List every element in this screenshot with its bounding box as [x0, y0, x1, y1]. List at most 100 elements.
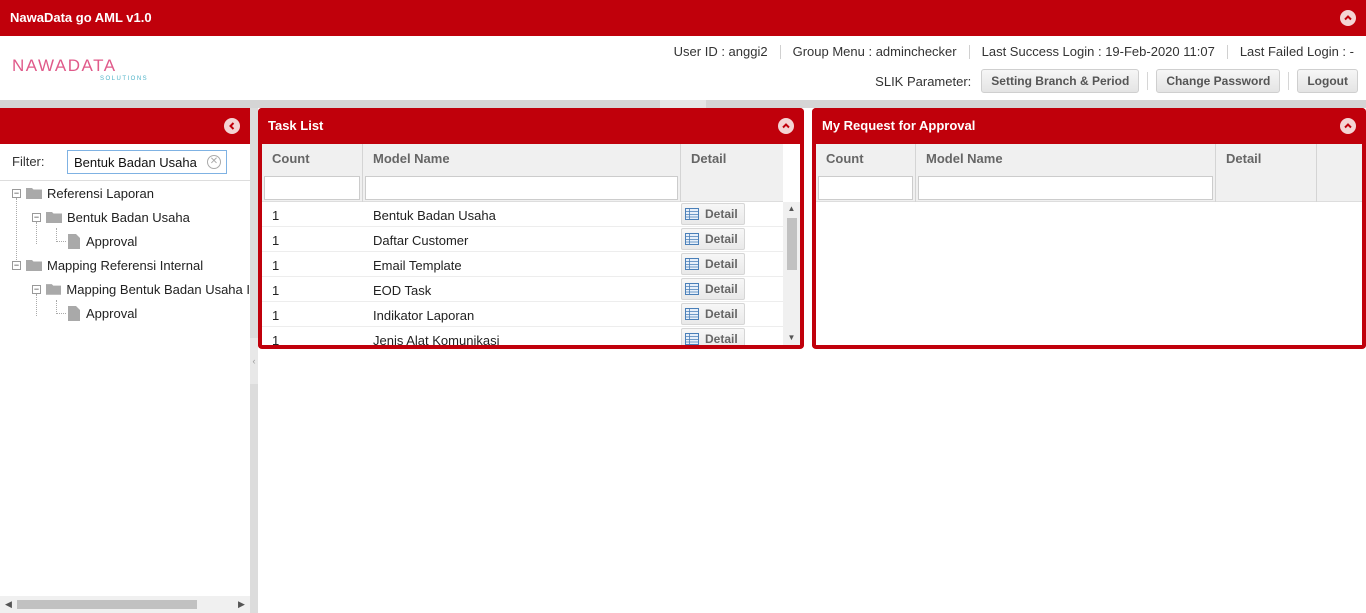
task-list-panel: Task List Count Model Name Detail 1 Bent… — [258, 108, 804, 349]
folder-icon — [26, 260, 42, 271]
scrollbar-thumb[interactable] — [787, 218, 797, 270]
table-row[interactable]: 1 Email Template Detail — [262, 252, 783, 277]
nawadata-logo: NAWADATA SOLUTIONS — [12, 56, 162, 82]
approval-column-headers: Count Model Name Detail — [816, 144, 1362, 174]
app-titlebar: NawaData go AML v1.0 — [0, 0, 1366, 36]
table-row[interactable]: 1 Daftar Customer Detail — [262, 227, 783, 252]
svg-text:SOLUTIONS: SOLUTIONS — [100, 76, 148, 82]
tree-node-label: Mapping Referensi Internal — [47, 257, 204, 273]
detail-button[interactable]: Detail — [681, 203, 745, 225]
column-header-count[interactable]: Count — [262, 144, 363, 174]
row-count: 1 — [272, 233, 280, 248]
row-count: 1 — [272, 333, 280, 345]
logout-button[interactable]: Logout — [1297, 69, 1358, 93]
table-icon — [685, 308, 699, 320]
row-model-name: Jenis Alat Komunikasi — [373, 333, 500, 345]
task-list-filter-row — [262, 174, 783, 202]
request-approval-header: My Request for Approval — [812, 108, 1366, 144]
collapse-header-icon[interactable] — [1340, 10, 1356, 26]
tree-node-label: Mapping Bentuk Badan Usaha I — [66, 281, 250, 297]
table-icon — [685, 283, 699, 295]
task-list-header: Task List — [258, 108, 804, 144]
column-header-model-name[interactable]: Model Name — [916, 144, 1216, 174]
folder-icon — [26, 188, 42, 199]
row-model-name: EOD Task — [373, 283, 432, 298]
tree-node-label: Referensi Laporan — [47, 185, 154, 201]
table-icon — [685, 333, 699, 345]
table-icon — [685, 208, 699, 220]
expand-toggle-icon[interactable]: − — [12, 261, 21, 270]
row-model-name: Bentuk Badan Usaha — [373, 208, 496, 223]
expand-toggle-icon[interactable]: − — [32, 285, 41, 294]
row-model-name: Daftar Customer — [373, 233, 469, 248]
column-header-model-name[interactable]: Model Name — [363, 144, 681, 174]
table-row[interactable]: 1 Bentuk Badan Usaha Detail — [262, 202, 783, 227]
clear-filter-icon[interactable]: ✕ — [207, 155, 221, 169]
tree-node-approval[interactable]: Approval — [68, 230, 137, 252]
slik-parameter-label: SLIK Parameter: — [875, 73, 972, 89]
row-count: 1 — [272, 308, 280, 323]
count-filter-input[interactable] — [264, 176, 360, 200]
column-header-detail[interactable]: Detail — [681, 144, 783, 174]
header-splitter[interactable] — [0, 100, 1366, 108]
filter-label: Filter: — [12, 154, 45, 169]
tree-node-label: Bentuk Badan Usaha — [67, 209, 190, 225]
table-row[interactable]: 1 Indikator Laporan Detail — [262, 302, 783, 327]
model-name-filter-input[interactable] — [365, 176, 678, 200]
detail-button[interactable]: Detail — [681, 328, 745, 345]
app-title: NawaData go AML v1.0 — [10, 10, 152, 25]
user-id-text: User ID : anggi2 — [673, 44, 768, 59]
row-count: 1 — [272, 258, 280, 273]
tree-horizontal-scrollbar[interactable]: ◀ ▶ — [0, 596, 250, 613]
tree-filter-input[interactable] — [67, 150, 227, 174]
svg-text:NAWADATA: NAWADATA — [12, 56, 117, 75]
tree-node-mapping-bentuk-badan-usaha[interactable]: Mapping Bentuk Badan Usaha I — [46, 278, 250, 300]
change-password-button[interactable]: Change Password — [1156, 69, 1281, 93]
column-header-count[interactable]: Count — [816, 144, 916, 174]
table-icon — [685, 258, 699, 270]
count-filter-input[interactable] — [818, 176, 913, 200]
task-list-vertical-scrollbar[interactable]: ▲ ▼ — [783, 202, 800, 345]
collapse-task-list-icon[interactable] — [778, 118, 794, 134]
tree-node-bentuk-badan-usaha[interactable]: Bentuk Badan Usaha — [46, 206, 190, 228]
tree-node-mapping-referensi-internal[interactable]: Mapping Referensi Internal — [26, 254, 203, 276]
task-list-grid-body: 1 Bentuk Badan Usaha Detail 1 Daftar Cus… — [262, 202, 783, 345]
row-model-name: Email Template — [373, 258, 462, 273]
last-success-login-text: Last Success Login : 19-Feb-2020 11:07 — [981, 44, 1215, 59]
tree-node-label: Approval — [86, 233, 138, 249]
file-icon — [68, 305, 80, 321]
header: NAWADATA SOLUTIONS User ID : anggi2 Grou… — [0, 36, 1366, 100]
detail-button[interactable]: Detail — [681, 303, 745, 325]
menu-tree-panel: Filter: ✕ − Referensi Laporan − Bentuk B… — [0, 108, 250, 613]
row-count: 1 — [272, 208, 280, 223]
folder-icon — [46, 284, 62, 295]
model-name-filter-input[interactable] — [918, 176, 1213, 200]
expand-toggle-icon[interactable]: − — [12, 189, 21, 198]
scroll-up-icon[interactable]: ▲ — [783, 202, 800, 216]
splitter-grip[interactable]: ‹ — [250, 338, 258, 384]
left-splitter[interactable]: ‹ — [250, 108, 258, 613]
request-approval-title: My Request for Approval — [822, 118, 976, 133]
tree-node-referensi-laporan[interactable]: Referensi Laporan — [26, 182, 154, 204]
scroll-down-icon[interactable]: ▼ — [783, 331, 800, 345]
collapse-left-icon[interactable] — [224, 118, 240, 134]
table-row[interactable]: 1 EOD Task Detail — [262, 277, 783, 302]
table-row[interactable]: 1 Jenis Alat Komunikasi Detail — [262, 327, 783, 345]
detail-button[interactable]: Detail — [681, 278, 745, 300]
tree-node-approval[interactable]: Approval — [68, 302, 137, 324]
detail-button[interactable]: Detail — [681, 228, 745, 250]
tree-panel-header — [0, 108, 250, 144]
setting-branch-period-button[interactable]: Setting Branch & Period — [981, 69, 1140, 93]
group-menu-text: Group Menu : adminchecker — [792, 44, 957, 59]
column-header-detail[interactable]: Detail — [1216, 144, 1317, 174]
detail-button[interactable]: Detail — [681, 253, 745, 275]
session-info: User ID : anggi2 Group Menu : admincheck… — [674, 44, 1354, 59]
scroll-left-icon[interactable]: ◀ — [0, 596, 17, 613]
scroll-right-icon[interactable]: ▶ — [233, 596, 250, 613]
tree-node-label: Approval — [86, 305, 138, 321]
splitter-grip[interactable] — [660, 100, 706, 108]
task-list-title: Task List — [268, 118, 324, 133]
expand-toggle-icon[interactable]: − — [32, 213, 41, 222]
collapse-approval-icon[interactable] — [1340, 118, 1356, 134]
scrollbar-thumb[interactable] — [17, 600, 197, 609]
